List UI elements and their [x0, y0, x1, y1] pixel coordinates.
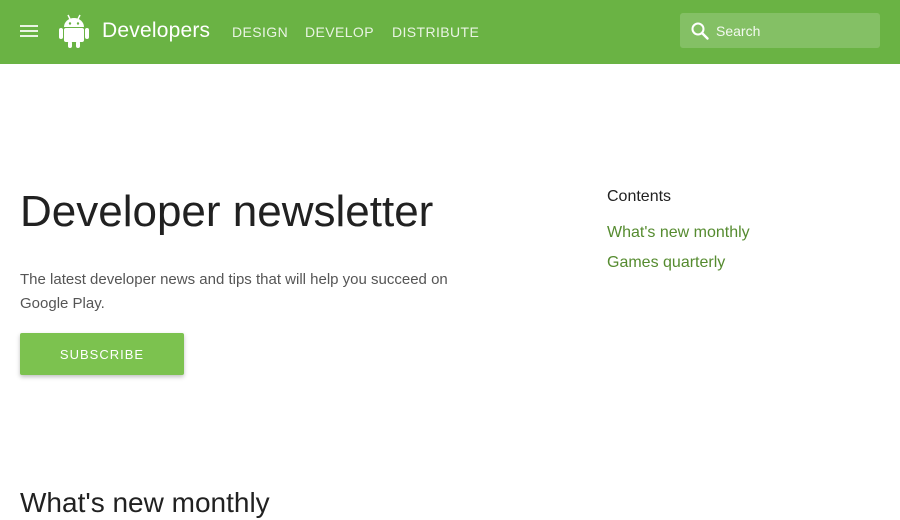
nav-item-develop[interactable]: DEVELOP — [305, 24, 374, 40]
contents-link-whats-new-monthly[interactable]: What's new monthly — [607, 222, 867, 244]
search-icon[interactable] — [690, 21, 710, 41]
section-heading: What's new monthly — [20, 487, 270, 518]
subscribe-button[interactable]: SUBSCRIBE — [20, 333, 184, 375]
page-title: Developer newsletter — [20, 187, 434, 236]
hamburger-menu-icon[interactable] — [20, 25, 38, 39]
intro-text: The latest developer news and tips that … — [20, 271, 448, 312]
top-app-bar: Developers DESIGN DEVELOP DISTRIBUTE — [0, 0, 900, 64]
table-of-contents: Contents What's new monthly Games quarte… — [607, 186, 867, 282]
nav-item-distribute[interactable]: DISTRIBUTE — [392, 24, 479, 40]
brand-title[interactable]: Developers — [102, 19, 210, 43]
nav-item-design[interactable]: DESIGN — [232, 24, 288, 40]
search-input[interactable] — [716, 13, 872, 48]
contents-link-games-quarterly[interactable]: Games quarterly — [607, 252, 867, 274]
android-robot-icon[interactable] — [58, 13, 90, 49]
search-box[interactable] — [680, 13, 880, 48]
contents-title: Contents — [607, 188, 672, 205]
